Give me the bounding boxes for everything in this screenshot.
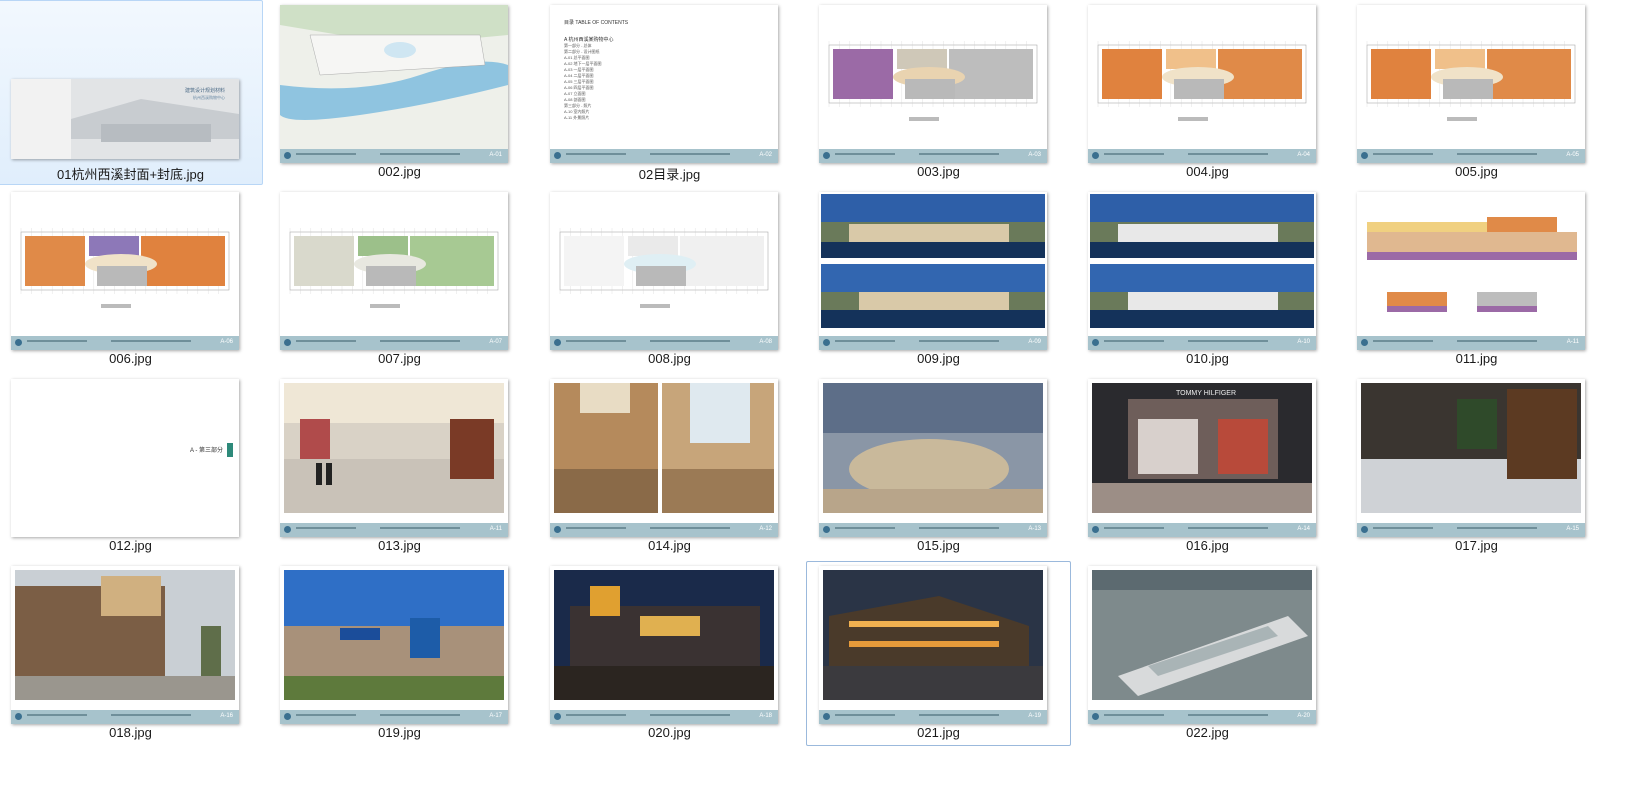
file-name[interactable]: 008.jpg <box>538 351 801 366</box>
file-name[interactable]: 021.jpg <box>807 725 1070 740</box>
page-footer: A-06 <box>11 336 239 350</box>
file-name[interactable]: 004.jpg <box>1076 164 1339 179</box>
file-item[interactable]: A-08 008.jpg <box>537 187 802 372</box>
file-item[interactable]: A-18 020.jpg <box>537 561 802 746</box>
file-name[interactable]: 005.jpg <box>1345 164 1608 179</box>
file-thumbnail[interactable]: A-05 <box>1357 5 1585 163</box>
file-thumbnail[interactable]: A-09 <box>819 192 1047 350</box>
page-footer: A-08 <box>550 336 778 350</box>
file-name[interactable]: 010.jpg <box>1076 351 1339 366</box>
file-name[interactable]: 014.jpg <box>538 538 801 553</box>
file-name[interactable]: 02目录.jpg <box>538 164 801 183</box>
page-footer: A-18 <box>550 710 778 724</box>
page-footer: A-01 <box>280 149 508 163</box>
toc-section: A 杭州西溪某购物中心 <box>564 37 614 43</box>
file-item[interactable]: A-20 022.jpg <box>1075 561 1340 746</box>
file-item[interactable]: A-06 006.jpg <box>0 187 263 372</box>
file-thumbnail[interactable]: A-16 <box>11 566 239 724</box>
page-footer: A-15 <box>1357 523 1585 537</box>
file-item[interactable]: A-15 017.jpg <box>1344 374 1609 559</box>
file-item[interactable]: A-04 004.jpg <box>1075 0 1340 185</box>
file-thumbnail[interactable]: 建筑设计规划材料 杭州西溪购物中心 <box>11 79 239 159</box>
file-item[interactable]: A-03 003.jpg <box>806 0 1071 185</box>
file-item[interactable]: 目录 TABLE OF CONTENTS A 杭州西溪某购物中心 第一部分 - 总体… <box>537 0 802 185</box>
file-item[interactable]: A-17 019.jpg <box>267 561 532 746</box>
file-name[interactable]: 017.jpg <box>1345 538 1608 553</box>
page-footer: A-11 <box>280 523 508 537</box>
cover-title: 建筑设计规划材料 <box>184 88 225 94</box>
file-thumbnail[interactable]: TOMMY HILFIGER A-14 <box>1088 379 1316 537</box>
page-footer: A-07 <box>280 336 508 350</box>
file-thumbnail[interactable]: A - 第三部分 <box>11 379 239 537</box>
page-footer: A-03 <box>819 149 1047 163</box>
file-name[interactable]: 007.jpg <box>268 351 531 366</box>
page-footer: A-20 <box>1088 710 1316 724</box>
cover-subtitle: 杭州西溪购物中心 <box>193 95 225 100</box>
file-thumbnail[interactable]: A-13 <box>819 379 1047 537</box>
toc-line: A-11 外景照片 <box>564 115 590 120</box>
file-thumbnail[interactable]: A-11 <box>1357 192 1585 350</box>
file-thumbnail[interactable]: A-08 <box>550 192 778 350</box>
file-thumbnail[interactable]: A-15 <box>1357 379 1585 537</box>
file-name[interactable]: 01杭州西溪封面+封底.jpg <box>0 164 262 183</box>
file-item[interactable]: A-19 021.jpg <box>806 561 1071 746</box>
file-thumbnail[interactable]: A-20 <box>1088 566 1316 724</box>
file-thumbnail[interactable]: A-18 <box>550 566 778 724</box>
file-name[interactable]: 009.jpg <box>807 351 1070 366</box>
page-footer: A-10 <box>1088 336 1316 350</box>
page-footer: A-09 <box>819 336 1047 350</box>
divider-label: A - 第三部分 <box>189 448 223 454</box>
page-footer: A-05 <box>1357 149 1585 163</box>
page-footer: A-11 <box>1357 336 1585 350</box>
file-item[interactable]: A-13 015.jpg <box>806 374 1071 559</box>
file-name[interactable]: 018.jpg <box>0 725 262 740</box>
file-thumbnail[interactable]: A-11 <box>280 379 508 537</box>
file-item[interactable]: A-16 018.jpg <box>0 561 263 746</box>
file-thumbnail[interactable]: 目录 TABLE OF CONTENTS A 杭州西溪某购物中心 第一部分 - 总体… <box>550 5 778 163</box>
page-footer: A-17 <box>280 710 508 724</box>
file-item[interactable]: TOMMY HILFIGER A-14 016.jpg <box>1075 374 1340 559</box>
page-footer: A-12 <box>550 523 778 537</box>
file-thumbnail[interactable]: A-04 <box>1088 5 1316 163</box>
file-item[interactable]: A-07 007.jpg <box>267 187 532 372</box>
file-thumbnail[interactable]: A-03 <box>819 5 1047 163</box>
page-footer: A-04 <box>1088 149 1316 163</box>
file-item[interactable]: A-11 013.jpg <box>267 374 532 559</box>
file-thumbnail[interactable]: A-06 <box>11 192 239 350</box>
file-name[interactable]: 016.jpg <box>1076 538 1339 553</box>
file-name[interactable]: 019.jpg <box>268 725 531 740</box>
file-item[interactable]: A-12 014.jpg <box>537 374 802 559</box>
file-thumbnail[interactable]: A-19 <box>819 566 1047 724</box>
file-name[interactable]: 020.jpg <box>538 725 801 740</box>
page-footer: A-13 <box>819 523 1047 537</box>
page-footer: A-16 <box>11 710 239 724</box>
svg-text:TOMMY HILFIGER: TOMMY HILFIGER <box>1176 390 1236 397</box>
toc-heading: 目录 TABLE OF CONTENTS <box>564 20 629 26</box>
file-name[interactable]: 012.jpg <box>0 538 262 553</box>
file-name[interactable]: 011.jpg <box>1345 351 1608 366</box>
page-footer: A-02 <box>550 149 778 163</box>
file-thumbnail[interactable]: A-01 <box>280 5 508 163</box>
file-thumbnail[interactable]: A-10 <box>1088 192 1316 350</box>
file-name[interactable]: 002.jpg <box>268 164 531 179</box>
file-name[interactable]: 006.jpg <box>0 351 262 366</box>
file-name[interactable]: 022.jpg <box>1076 725 1339 740</box>
file-thumbnail[interactable]: A-07 <box>280 192 508 350</box>
file-item[interactable]: A - 第三部分 012.jpg <box>0 374 263 559</box>
file-item[interactable]: A-10 010.jpg <box>1075 187 1340 372</box>
file-item[interactable]: A-05 005.jpg <box>1344 0 1609 185</box>
file-item[interactable]: A-09 009.jpg <box>806 187 1071 372</box>
file-name[interactable]: 013.jpg <box>268 538 531 553</box>
file-item[interactable]: A-11 011.jpg <box>1344 187 1609 372</box>
file-item[interactable]: 建筑设计规划材料 杭州西溪购物中心 01杭州西溪封面+封底.jpg <box>0 0 263 185</box>
file-name[interactable]: 003.jpg <box>807 164 1070 179</box>
file-thumbnail[interactable]: A-12 <box>550 379 778 537</box>
page-footer: A-14 <box>1088 523 1316 537</box>
file-thumbnail[interactable]: A-17 <box>280 566 508 724</box>
file-name[interactable]: 015.jpg <box>807 538 1070 553</box>
page-footer: A-19 <box>819 710 1047 724</box>
file-item[interactable]: A-01 002.jpg <box>267 0 532 185</box>
